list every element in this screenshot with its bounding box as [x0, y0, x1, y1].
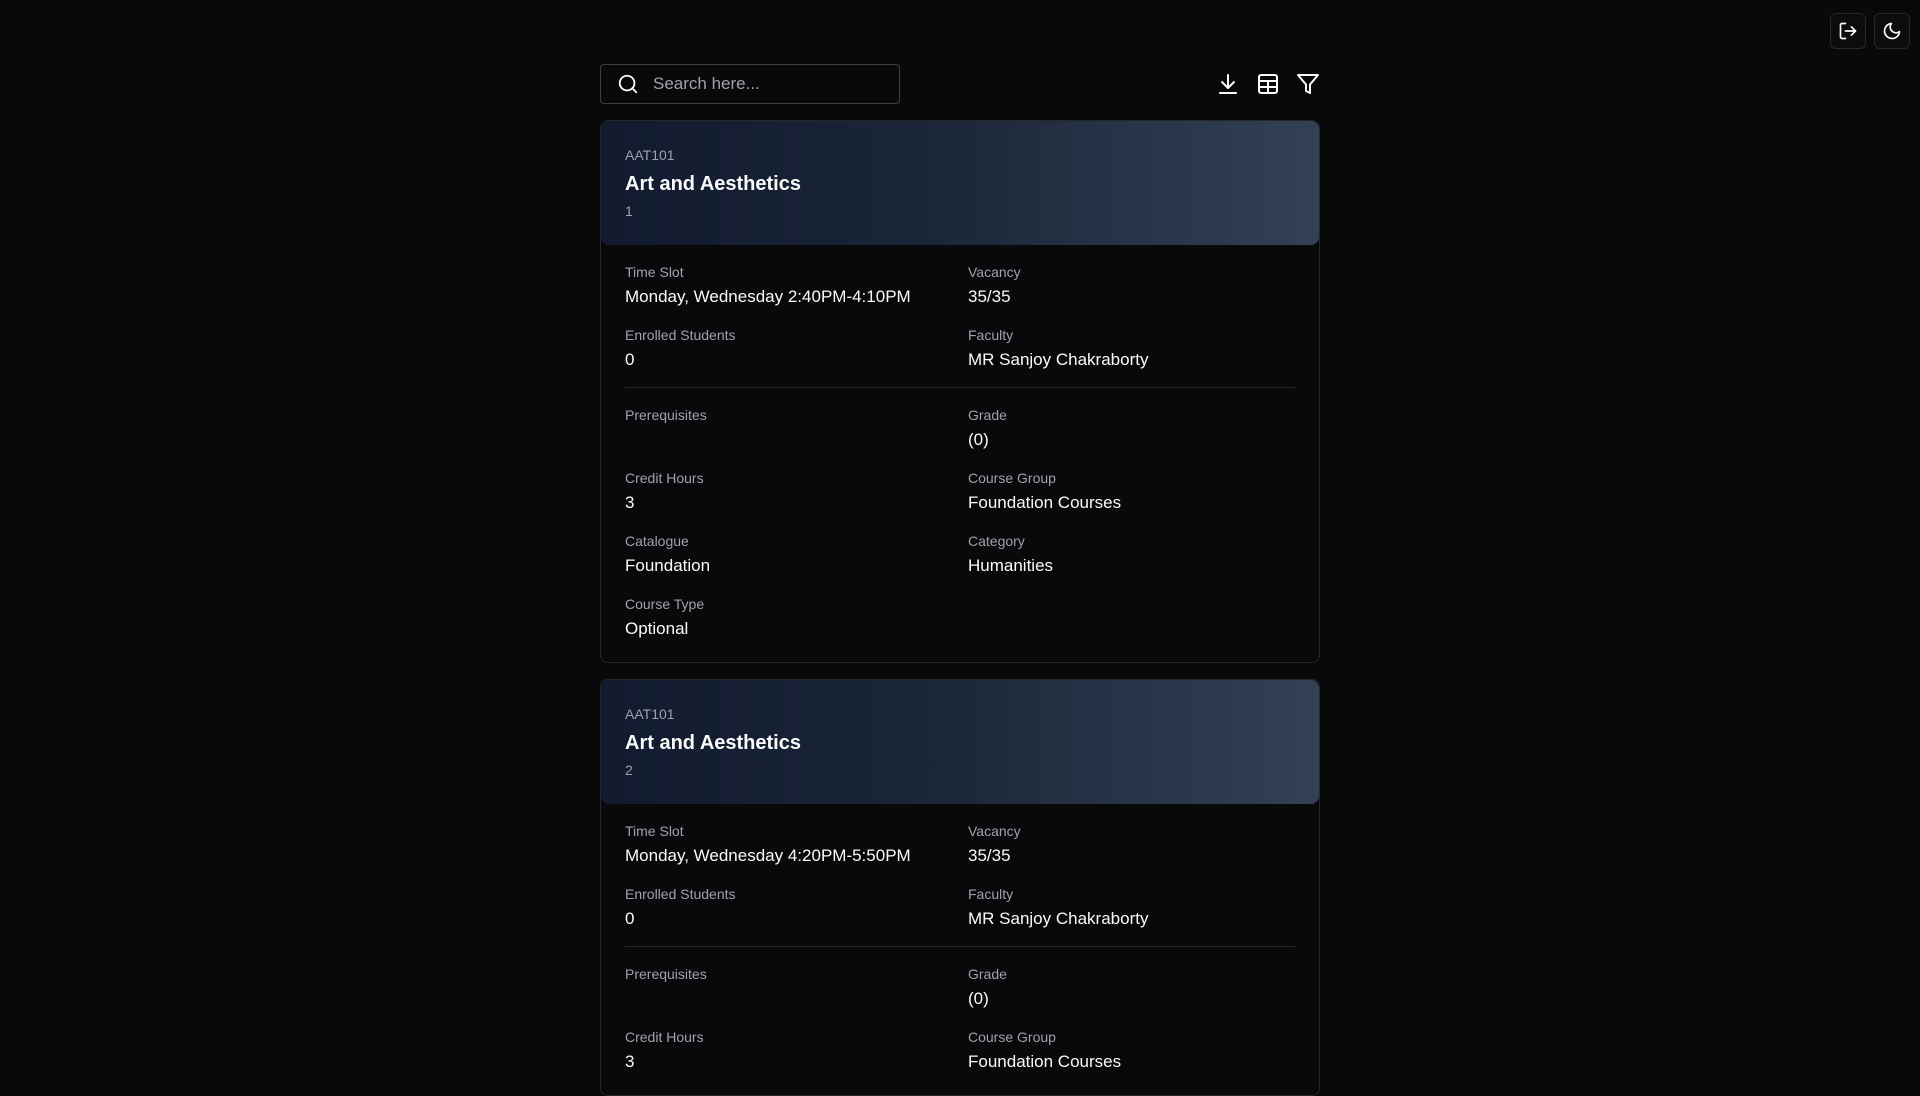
- enrolled-students-value: 0: [625, 909, 635, 928]
- credit-hours-field: Credit Hours 3: [625, 1028, 968, 1073]
- course-card[interactable]: AAT101 Art and Aesthetics 2 Time Slot Mo…: [600, 679, 1320, 1096]
- faculty-value: MR Sanjoy Chakraborty: [968, 909, 1149, 928]
- time-slot-value: Monday, Wednesday 4:20PM-5:50PM: [625, 846, 911, 865]
- vacancy-field: Vacancy 35/35: [968, 822, 1295, 867]
- table-view-button[interactable]: [1256, 72, 1280, 96]
- search-input[interactable]: [651, 72, 885, 95]
- toolbar-actions: [1216, 72, 1320, 96]
- divider: [625, 387, 1295, 388]
- time-slot-value: Monday, Wednesday 2:40PM-4:10PM: [625, 287, 911, 306]
- field-label: Prerequisites: [625, 966, 707, 982]
- field-label: Catalogue: [625, 533, 689, 549]
- vacancy-field: Vacancy 35/35: [968, 263, 1295, 308]
- catalogue-value: Foundation: [625, 556, 711, 575]
- search-icon: [618, 74, 638, 93]
- time-slot-field: Time Slot Monday, Wednesday 4:20PM-5:50P…: [625, 822, 968, 867]
- credit-hours-field: Credit Hours 3: [625, 469, 968, 514]
- field-label: Prerequisites: [625, 407, 707, 423]
- filter-button[interactable]: [1296, 72, 1320, 96]
- course-group-field: Course Group Foundation Courses: [968, 469, 1295, 514]
- moon-icon: [1883, 22, 1901, 40]
- category-field: Category Humanities: [968, 532, 1295, 577]
- course-type-field: Course Type Optional: [625, 595, 968, 640]
- credit-hours-value: 3: [625, 1052, 635, 1071]
- course-section: 1: [625, 203, 633, 219]
- course-card[interactable]: AAT101 Art and Aesthetics 1 Time Slot Mo…: [600, 120, 1320, 663]
- faculty-field: Faculty MR Sanjoy Chakraborty: [968, 885, 1295, 930]
- faculty-field: Faculty MR Sanjoy Chakraborty: [968, 326, 1295, 371]
- enrolled-students-field: Enrolled Students 0: [625, 885, 968, 930]
- course-list-container: AAT101 Art and Aesthetics 1 Time Slot Mo…: [600, 63, 1320, 1096]
- top-right-actions: [1830, 13, 1910, 49]
- course-type-value: Optional: [625, 619, 689, 638]
- search-box[interactable]: [600, 63, 900, 104]
- field-label: Credit Hours: [625, 1029, 704, 1045]
- enrolled-students-value: 0: [625, 350, 635, 369]
- prerequisites-value: [625, 988, 968, 1010]
- field-label: Grade: [968, 966, 1007, 982]
- table-icon: [1258, 73, 1278, 94]
- course-group-value: Foundation Courses: [968, 493, 1122, 512]
- field-label: Time Slot: [625, 264, 684, 280]
- catalogue-field: Catalogue Foundation: [625, 532, 968, 577]
- field-label: Course Type: [625, 596, 705, 612]
- field-label: Grade: [968, 407, 1007, 423]
- field-label: Time Slot: [625, 823, 684, 839]
- download-icon: [1219, 73, 1237, 94]
- vacancy-value: 35/35: [968, 287, 1011, 306]
- field-label: Faculty: [968, 886, 1014, 902]
- course-title: Art and Aesthetics: [625, 732, 801, 754]
- prerequisites-value: [625, 429, 968, 451]
- grade-field: Grade (0): [968, 965, 1295, 1010]
- faculty-value: MR Sanjoy Chakraborty: [968, 350, 1149, 369]
- field-label: Vacancy: [968, 823, 1021, 839]
- course-card-body: Time Slot Monday, Wednesday 4:20PM-5:50P…: [601, 804, 1319, 1095]
- credit-hours-value: 3: [625, 493, 635, 512]
- course-card-body: Time Slot Monday, Wednesday 2:40PM-4:10P…: [601, 245, 1319, 662]
- toolbar: [600, 63, 1320, 104]
- course-title: Art and Aesthetics: [625, 173, 801, 195]
- field-label: Course Group: [968, 1029, 1056, 1045]
- vacancy-value: 35/35: [968, 846, 1011, 865]
- prerequisites-field: Prerequisites: [625, 406, 968, 451]
- grade-value: (0): [968, 989, 989, 1008]
- course-section: 2: [625, 762, 633, 778]
- theme-toggle-button[interactable]: [1874, 13, 1910, 49]
- logout-button[interactable]: [1830, 13, 1866, 49]
- field-label: Vacancy: [968, 264, 1021, 280]
- divider: [625, 946, 1295, 947]
- time-slot-field: Time Slot Monday, Wednesday 2:40PM-4:10P…: [625, 263, 968, 308]
- enrolled-students-field: Enrolled Students 0: [625, 326, 968, 371]
- course-code: AAT101: [625, 147, 675, 163]
- field-label: Credit Hours: [625, 470, 704, 486]
- course-code: AAT101: [625, 706, 675, 722]
- course-card-header: AAT101 Art and Aesthetics 1: [601, 121, 1319, 245]
- filter-icon: [1297, 73, 1319, 94]
- grade-field: Grade (0): [968, 406, 1295, 451]
- logout-icon: [1839, 22, 1857, 40]
- prerequisites-field: Prerequisites: [625, 965, 968, 1010]
- field-label: Course Group: [968, 470, 1056, 486]
- field-label: Enrolled Students: [625, 327, 736, 343]
- field-label: Enrolled Students: [625, 886, 736, 902]
- category-value: Humanities: [968, 556, 1054, 575]
- download-button[interactable]: [1216, 72, 1240, 96]
- field-label: Category: [968, 533, 1025, 549]
- course-group-field: Course Group Foundation Courses: [968, 1028, 1295, 1073]
- grade-value: (0): [968, 430, 989, 449]
- course-card-header: AAT101 Art and Aesthetics 2: [601, 680, 1319, 804]
- field-label: Faculty: [968, 327, 1014, 343]
- course-group-value: Foundation Courses: [968, 1052, 1122, 1071]
